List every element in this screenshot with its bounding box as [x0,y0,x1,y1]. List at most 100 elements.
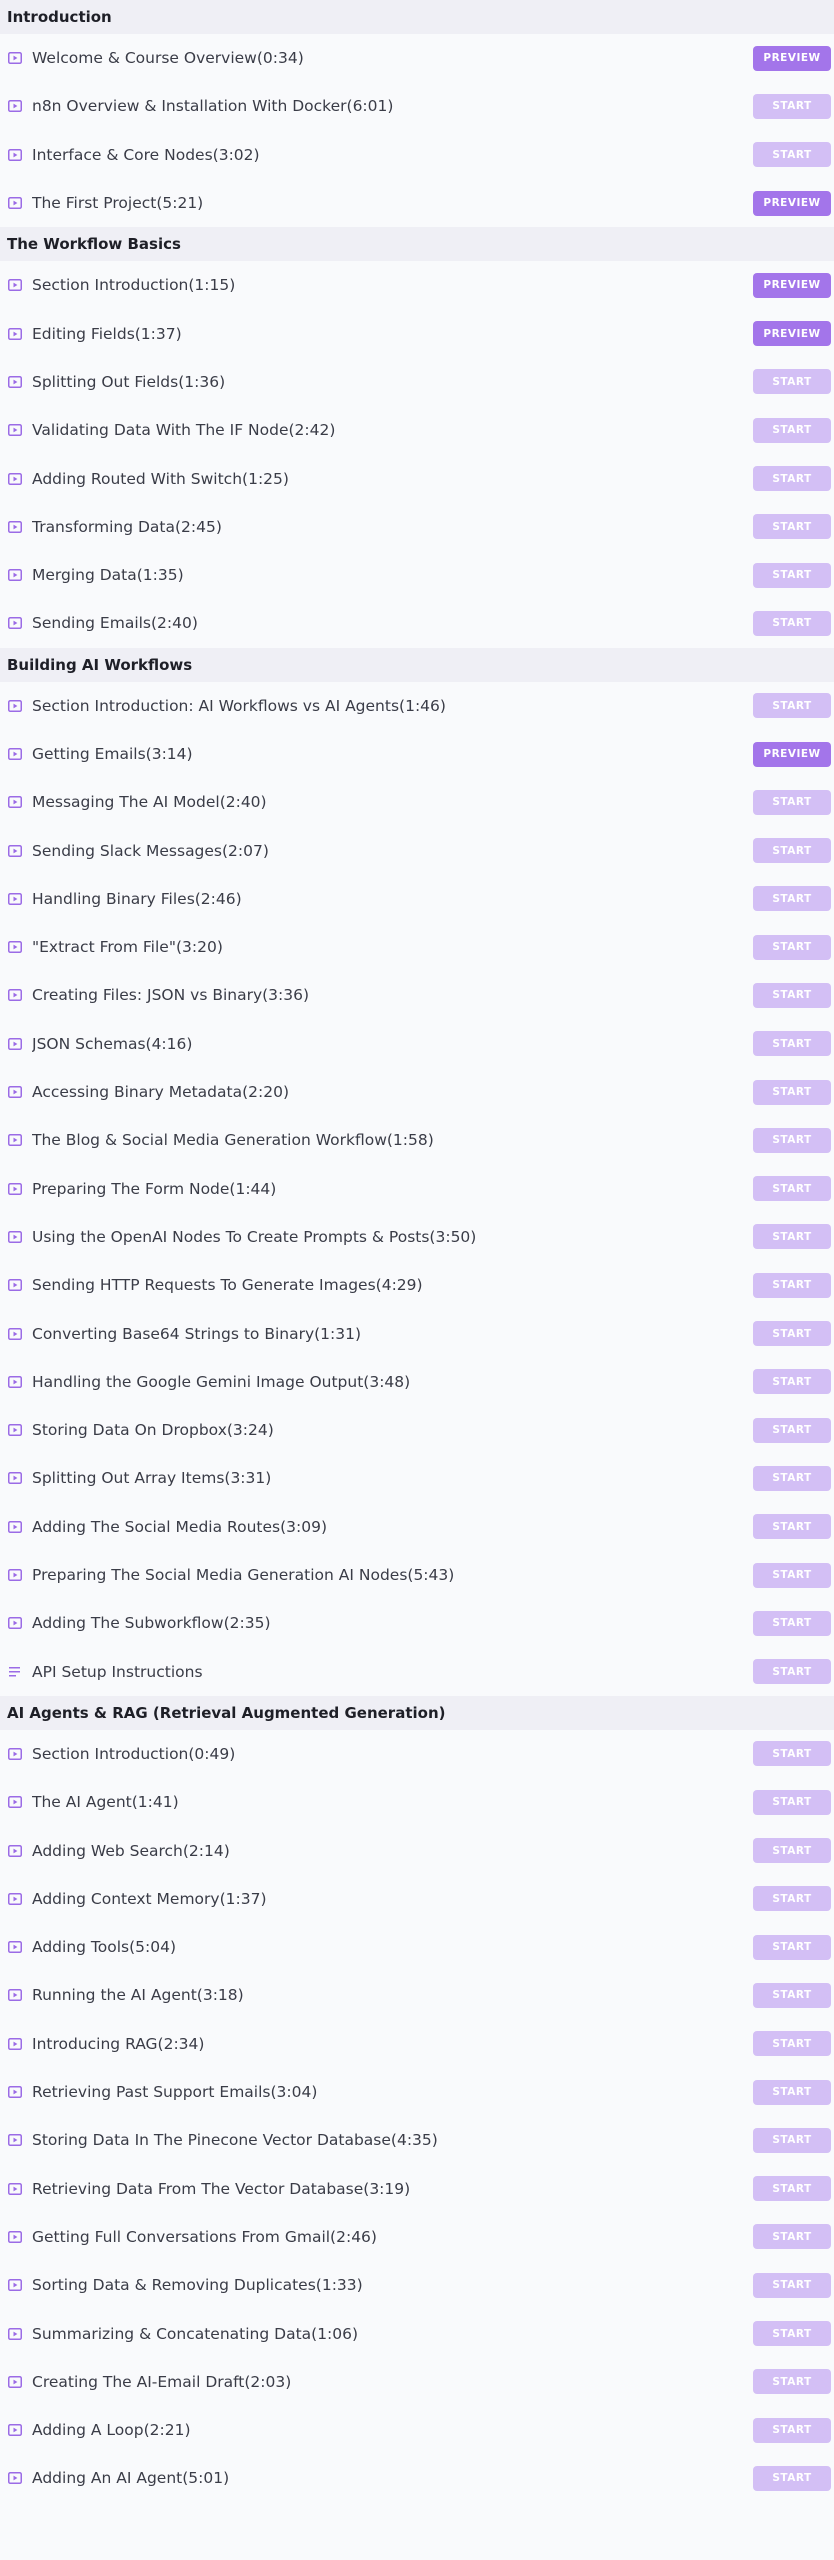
lecture-title[interactable]: API Setup Instructions [32,1663,753,1681]
lecture-item[interactable]: Storing Data In The Pinecone Vector Data… [0,2116,834,2165]
start-button[interactable]: START [753,1659,831,1685]
lecture-title[interactable]: JSON Schemas(4:16) [32,1035,753,1053]
lecture-title[interactable]: Creating Files: JSON vs Binary(3:36) [32,986,753,1004]
lecture-title[interactable]: Adding An AI Agent(5:01) [32,2469,753,2487]
lecture-item[interactable]: Using the OpenAI Nodes To Create Prompts… [0,1212,834,1262]
lecture-title[interactable]: Transforming Data(2:45) [32,518,753,536]
start-button[interactable]: START [753,1369,831,1395]
start-button[interactable]: START [753,1982,831,2008]
lecture-item[interactable]: Messaging The AI Model(2:40) START [0,778,834,827]
lecture-title[interactable]: Sending Emails(2:40) [32,614,753,632]
lecture-title[interactable]: Adding The Social Media Routes(3:09) [32,1518,753,1536]
start-button[interactable]: START [753,1514,831,1540]
lecture-item[interactable]: The AI Agent(1:41) START [0,1778,834,1827]
lecture-item[interactable]: Preparing The Social Media Generation AI… [0,1550,834,1600]
lecture-item[interactable]: Creating The AI-Email Draft(2:03) START [0,2357,834,2406]
lecture-title[interactable]: Getting Full Conversations From Gmail(2:… [32,2228,753,2246]
lecture-item[interactable]: Interface & Core Nodes(3:02) START [0,130,834,179]
lecture-item[interactable]: Accessing Binary Metadata(2:20) START [0,1067,834,1117]
start-button[interactable]: START [753,886,831,912]
start-button[interactable]: START [753,2079,831,2105]
lecture-title[interactable]: Handling Binary Files(2:46) [32,890,753,908]
lecture-item[interactable]: Retrieving Data From The Vector Database… [0,2164,834,2213]
start-button[interactable]: START [753,1079,831,1105]
lecture-title[interactable]: Handling the Google Gemini Image Output(… [32,1373,753,1391]
lecture-item[interactable]: Adding Web Search(2:14) START [0,1826,834,1875]
lecture-title[interactable]: Adding Web Search(2:14) [32,1842,753,1860]
start-button[interactable]: START [753,1127,831,1153]
start-button[interactable]: START [753,2321,831,2346]
lecture-item[interactable]: Splitting Out Fields(1:36) START [0,357,834,407]
lecture-title[interactable]: "Extract From File"(3:20) [32,938,753,956]
lecture-title[interactable]: Storing Data On Dropbox(3:24) [32,1421,753,1439]
lecture-item[interactable]: Creating Files: JSON vs Binary(3:36) STAR… [0,971,834,1020]
start-button[interactable]: START [753,1321,831,1347]
lecture-item[interactable]: Handling the Google Gemini Image Output(… [0,1357,834,1407]
lecture-item[interactable]: Splitting Out Array Items(3:31) START [0,1454,834,1503]
lecture-item[interactable]: Merging Data(1:35) START [0,550,834,600]
preview-button[interactable]: PREVIEW [753,45,831,71]
lecture-item[interactable]: Transforming Data(2:45) START [0,502,834,551]
lecture-item[interactable]: Adding Context Memory(1:37) START [0,1874,834,1923]
start-button[interactable]: START [753,982,831,1008]
start-button[interactable]: START [753,2127,831,2153]
start-button[interactable]: START [753,562,831,588]
lecture-title[interactable]: Adding Context Memory(1:37) [32,1890,753,1908]
lecture-item[interactable]: Converting Base64 Strings to Binary(1:31… [0,1309,834,1358]
start-button[interactable]: START [753,2031,831,2057]
start-button[interactable]: START [753,1741,831,1767]
lecture-title[interactable]: n8n Overview & Installation With Docker(… [32,97,753,115]
lecture-item[interactable]: Adding Routed With Switch(1:25) START [0,454,834,503]
start-button[interactable]: START [753,1176,831,1202]
lecture-item[interactable]: Editing Fields(1:37) PREVIEW [0,309,834,358]
lecture-item[interactable]: Section Introduction(1:15) PREVIEW [0,261,834,310]
lecture-title[interactable]: Adding The Subworkflow(2:35) [32,1614,753,1632]
lecture-title[interactable]: Converting Base64 Strings to Binary(1:31… [32,1325,753,1343]
lecture-title[interactable]: Summarizing & Concatenating Data(1:06) [32,2325,753,2343]
start-button[interactable]: START [753,142,831,168]
lecture-item[interactable]: Sending HTTP Requests To Generate Images… [0,1261,834,1310]
start-button[interactable]: START [753,2176,831,2202]
lecture-title[interactable]: Preparing The Form Node(1:44) [32,1180,753,1198]
lecture-title[interactable]: Adding Tools(5:04) [32,1938,753,1956]
preview-button[interactable]: PREVIEW [753,321,831,347]
lecture-title[interactable]: Splitting Out Fields(1:36) [32,373,753,391]
lecture-title[interactable]: Using the OpenAI Nodes To Create Prompts… [32,1228,753,1246]
lecture-title[interactable]: Merging Data(1:35) [32,566,753,584]
lecture-item[interactable]: Section Introduction: AI Workflows vs AI… [0,681,834,730]
start-button[interactable]: START [753,417,831,443]
start-button[interactable]: START [753,1272,831,1298]
lecture-item[interactable]: API Setup Instructions START [0,1647,834,1696]
start-button[interactable]: START [753,1417,831,1443]
lecture-item[interactable]: JSON Schemas(4:16) START [0,1019,834,1068]
start-button[interactable]: START [753,1886,831,1912]
lecture-title[interactable]: Welcome & Course Overview(0:34) [32,49,753,67]
lecture-item[interactable]: Adding Tools(5:04) START [0,1922,834,1972]
lecture-title[interactable]: Getting Emails(3:14) [32,745,753,763]
lecture-title[interactable]: Section Introduction(1:15) [32,276,753,294]
lecture-title[interactable]: Adding A Loop(2:21) [32,2421,753,2439]
preview-button[interactable]: PREVIEW [753,272,831,298]
lecture-item[interactable]: Sorting Data & Removing Duplicates(1:33)… [0,2261,834,2310]
lecture-item[interactable]: Getting Emails(3:14) PREVIEW [0,729,834,779]
start-button[interactable]: START [753,1934,831,1960]
lecture-title[interactable]: Validating Data With The IF Node(2:42) [32,421,753,439]
lecture-title[interactable]: Sending Slack Messages(2:07) [32,842,753,860]
lecture-title[interactable]: Retrieving Data From The Vector Database… [32,2180,753,2198]
lecture-title[interactable]: Storing Data In The Pinecone Vector Data… [32,2131,753,2149]
lecture-item[interactable]: The First Project(5:21) PREVIEW [0,178,834,228]
start-button[interactable]: START [753,1838,831,1864]
lecture-item[interactable]: Handling Binary Files(2:46) START [0,874,834,924]
lecture-title[interactable]: Preparing The Social Media Generation AI… [32,1566,753,1584]
lecture-item[interactable]: Getting Full Conversations From Gmail(2:… [0,2212,834,2262]
lecture-item[interactable]: Summarizing & Concatenating Data(1:06) ST… [0,2309,834,2358]
lecture-title[interactable]: Adding Routed With Switch(1:25) [32,470,753,488]
preview-button[interactable]: PREVIEW [753,741,831,767]
lecture-title[interactable]: Sending HTTP Requests To Generate Images… [32,1276,753,1294]
lecture-item[interactable]: Sending Slack Messages(2:07) START [0,826,834,875]
lecture-item[interactable]: Retrieving Past Support Emails(3:04) STAR… [0,2067,834,2117]
start-button[interactable]: START [753,2272,831,2298]
start-button[interactable]: START [753,466,831,492]
lecture-item[interactable]: Section Introduction(0:49) START [0,1729,834,1779]
lecture-title[interactable]: Retrieving Past Support Emails(3:04) [32,2083,753,2101]
